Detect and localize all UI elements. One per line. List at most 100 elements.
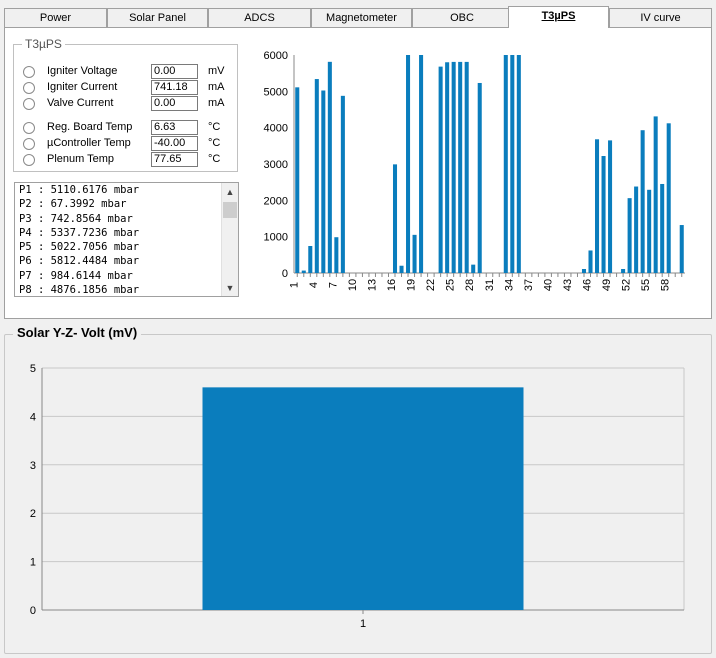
bar: [601, 156, 606, 273]
scroll-down-icon[interactable]: ▼: [222, 281, 238, 296]
bar: [301, 270, 306, 273]
ucontroller-temp-field[interactable]: -40.00: [151, 136, 198, 151]
y-tick-label: 2000: [264, 195, 288, 207]
plenum-temp-field[interactable]: 77.65: [151, 152, 198, 167]
bar: [334, 237, 339, 273]
y-tick-label: 3: [30, 460, 36, 472]
x-tick-label: 1: [360, 618, 366, 630]
bar: [340, 95, 345, 273]
bar: [295, 87, 300, 273]
pressure-listbox[interactable]: P1 : 5110.6176 mbar P2 : 67.3992 mbar P3…: [14, 182, 239, 297]
valve-current-field[interactable]: 0.00: [151, 96, 198, 111]
igniter-current-field[interactable]: 741.18: [151, 80, 198, 95]
bar: [653, 116, 658, 273]
radio-plenum-temp[interactable]: [23, 154, 35, 166]
radio-igniter-current[interactable]: [23, 82, 35, 94]
solar-volt-bar-chart: 0 1 2 3 4 5 1: [30, 363, 685, 630]
label-igniter-current: Igniter Current: [47, 81, 118, 93]
x-tick-label: 1: [288, 282, 300, 288]
groupbox-title: T3µPS: [22, 37, 65, 51]
list-item[interactable]: P2 : 67.3992 mbar: [15, 197, 238, 211]
tab-adcs[interactable]: ADCS: [208, 8, 311, 27]
radio-reg-board-temp[interactable]: [23, 122, 35, 134]
scroll-thumb[interactable]: [223, 202, 237, 218]
bar: [327, 61, 332, 274]
x-tick-label: 31: [484, 279, 496, 291]
scroll-up-icon[interactable]: ▲: [222, 185, 238, 200]
vertical-scrollbar[interactable]: ▲ ▼: [221, 183, 238, 296]
bar: [202, 387, 524, 610]
label-igniter-voltage: Igniter Voltage: [47, 65, 118, 77]
pressure-bar-chart: 0 1000 2000 3000 4000 5000 6000 1 4 7 10 13 16 19 22 25…: [264, 50, 685, 291]
y-tick-label: 0: [30, 605, 36, 617]
igniter-voltage-field[interactable]: 0.00: [151, 64, 198, 79]
t3ups-groupbox: T3µPS Igniter Voltage 0.00 mV Igniter Cu…: [13, 37, 238, 172]
bar: [679, 225, 684, 273]
x-tick-label: 7: [327, 282, 339, 288]
list-item[interactable]: P7 : 984.6144 mbar: [15, 269, 238, 283]
list-item[interactable]: P6 : 5812.4484 mbar: [15, 254, 238, 268]
bar: [471, 264, 476, 273]
x-tick-label: 34: [503, 279, 515, 291]
y-tick-label: 5: [30, 363, 36, 375]
x-tick-label: 19: [406, 279, 418, 291]
list-item[interactable]: P5 : 5022.7056 mbar: [15, 240, 238, 254]
y-tick-label: 4000: [264, 123, 288, 135]
y-tick-label: 1: [30, 557, 36, 569]
x-tick-label: 16: [386, 279, 398, 291]
bar: [634, 186, 639, 273]
bar: [647, 189, 652, 273]
tab-solar-panel[interactable]: Solar Panel: [107, 8, 208, 27]
tab-label: T3µPS: [541, 10, 576, 22]
x-tick-label: 13: [366, 279, 378, 291]
bar: [464, 61, 469, 273]
tab-label: Solar Panel: [129, 12, 186, 24]
bar: [438, 66, 443, 273]
bar: [666, 123, 671, 273]
x-tick-label: 10: [347, 279, 359, 291]
log-lines: P1 : 5110.6176 mbar P2 : 67.3992 mbar P3…: [15, 183, 238, 296]
unit-reg-board-temp: °C: [208, 121, 221, 133]
x-tick-label: 28: [464, 279, 476, 291]
bar: [392, 164, 398, 273]
tab-obc[interactable]: OBC: [412, 8, 512, 27]
x-tick-label: 37: [523, 279, 535, 291]
y-tick-label: 1000: [264, 232, 288, 244]
tab-t3ups[interactable]: T3µPS: [508, 6, 609, 28]
tab-label: Power: [39, 12, 72, 24]
bar: [406, 55, 411, 273]
bar: [412, 234, 417, 273]
bar: [458, 61, 463, 273]
reg-board-temp-field[interactable]: 6.63: [151, 120, 198, 135]
list-item[interactable]: P3 : 742.8564 mbar: [15, 212, 238, 226]
unit-plenum-temp: °C: [208, 153, 221, 165]
list-item[interactable]: P8 : 4876.1856 mbar: [15, 283, 238, 296]
x-tick-label: 46: [582, 279, 594, 291]
y-tick-label: 3000: [264, 159, 288, 171]
tab-magnetometer[interactable]: Magnetometer: [311, 8, 412, 27]
radio-valve-current[interactable]: [23, 98, 35, 110]
y-tick-label: 5000: [264, 86, 288, 98]
bar: [608, 140, 613, 273]
tab-label: ADCS: [244, 12, 275, 24]
bar: [588, 250, 593, 273]
list-item[interactable]: P4 : 5337.7236 mbar: [15, 226, 238, 240]
unit-valve-current: mA: [208, 97, 225, 109]
unit-igniter-voltage: mV: [208, 65, 225, 77]
label-valve-current: Valve Current: [47, 97, 114, 109]
tab-power[interactable]: Power: [4, 8, 107, 27]
radio-ucontroller-temp[interactable]: [23, 138, 35, 150]
radio-igniter-voltage[interactable]: [23, 66, 35, 78]
bar: [595, 139, 600, 273]
bar: [581, 269, 587, 273]
bar: [516, 55, 521, 273]
tab-iv-curve[interactable]: IV curve: [609, 8, 712, 27]
bar: [419, 55, 424, 273]
y-tick-label: 0: [282, 268, 288, 280]
y-tick-label: 6000: [264, 50, 288, 62]
x-tick-label: 4: [308, 282, 320, 288]
x-tick-label: 43: [562, 279, 574, 291]
y-tick-label: 2: [30, 508, 36, 520]
list-item[interactable]: P1 : 5110.6176 mbar: [15, 183, 238, 197]
bar: [321, 90, 326, 273]
